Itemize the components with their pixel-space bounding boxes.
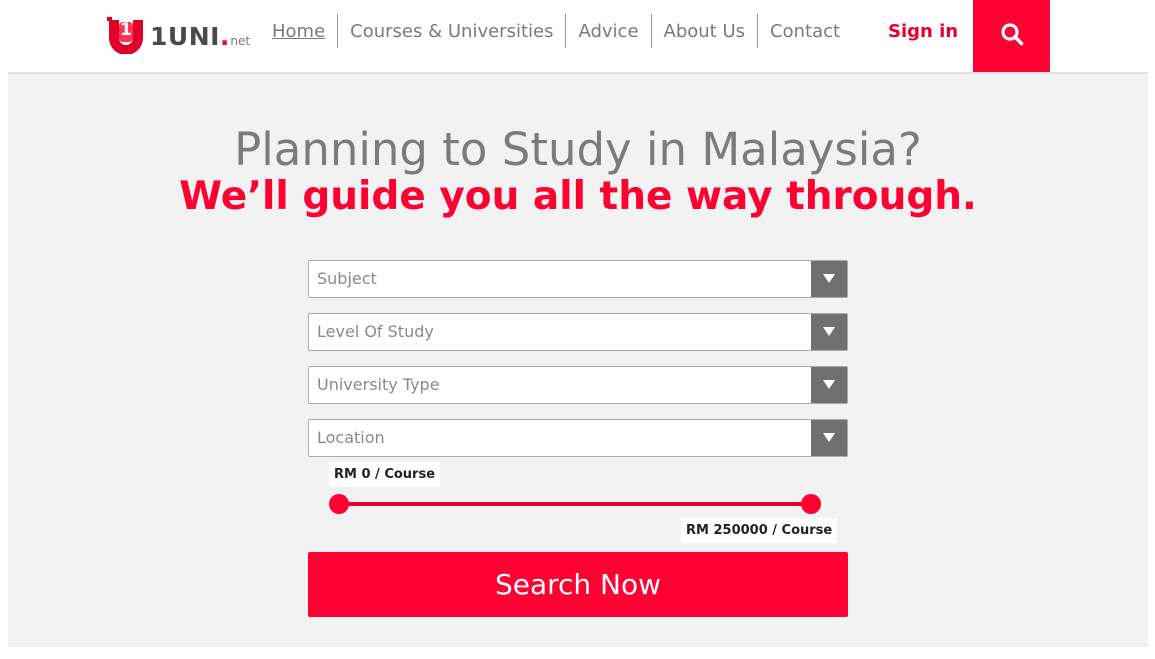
price-min-label: RM 0 / Course [329, 462, 441, 487]
level-of-study-select[interactable]: Level Of Study [308, 313, 848, 351]
level-of-study-select-label: Level Of Study [317, 322, 434, 341]
sign-in-link[interactable]: Sign in [888, 21, 958, 42]
dropdown-arrow-icon[interactable] [811, 367, 847, 403]
nav-courses-universities[interactable]: Courses & Universities [337, 14, 565, 48]
price-min-handle[interactable] [329, 494, 349, 514]
logo-mark-icon: 1 [106, 16, 146, 55]
nav-advice[interactable]: Advice [565, 14, 650, 48]
price-range-track[interactable] [339, 502, 811, 506]
main-nav: Home Courses & Universities Advice About… [260, 14, 852, 48]
hero-title: Planning to Study in Malaysia? [234, 123, 922, 176]
nav-home[interactable]: Home [260, 14, 337, 48]
price-max-label: RM 250000 / Course [681, 518, 838, 543]
dropdown-arrow-icon[interactable] [811, 261, 847, 297]
search-now-button[interactable]: Search Now [308, 552, 848, 617]
site-logo[interactable]: 1 1UNI . net [106, 14, 250, 55]
dropdown-arrow-icon[interactable] [811, 420, 847, 456]
nav-about-us[interactable]: About Us [650, 14, 758, 48]
hero-subtitle: We’ll guide you all the way through. [179, 174, 977, 219]
header-search-button[interactable] [973, 0, 1050, 72]
university-type-select[interactable]: University Type [308, 366, 848, 404]
logo-glyph: 1 [120, 20, 132, 40]
logo-tld: net [230, 34, 251, 48]
location-select[interactable]: Location [308, 419, 848, 457]
hero-section: Planning to Study in Malaysia? We’ll gui… [8, 74, 1148, 647]
logo-name: 1UNI [150, 22, 220, 51]
nav-contact[interactable]: Contact [757, 14, 852, 48]
location-select-label: Location [317, 428, 385, 447]
price-max-handle[interactable] [801, 494, 821, 514]
subject-select-label: Subject [317, 269, 377, 288]
subject-select[interactable]: Subject [308, 260, 848, 298]
search-icon [1000, 22, 1024, 50]
logo-wordmark: 1UNI . net [150, 24, 250, 49]
site-header: 1 1UNI . net Home Courses & Universities… [8, 0, 1148, 74]
dropdown-arrow-icon[interactable] [811, 314, 847, 350]
logo-dot: . [219, 22, 230, 51]
university-type-select-label: University Type [317, 375, 440, 394]
